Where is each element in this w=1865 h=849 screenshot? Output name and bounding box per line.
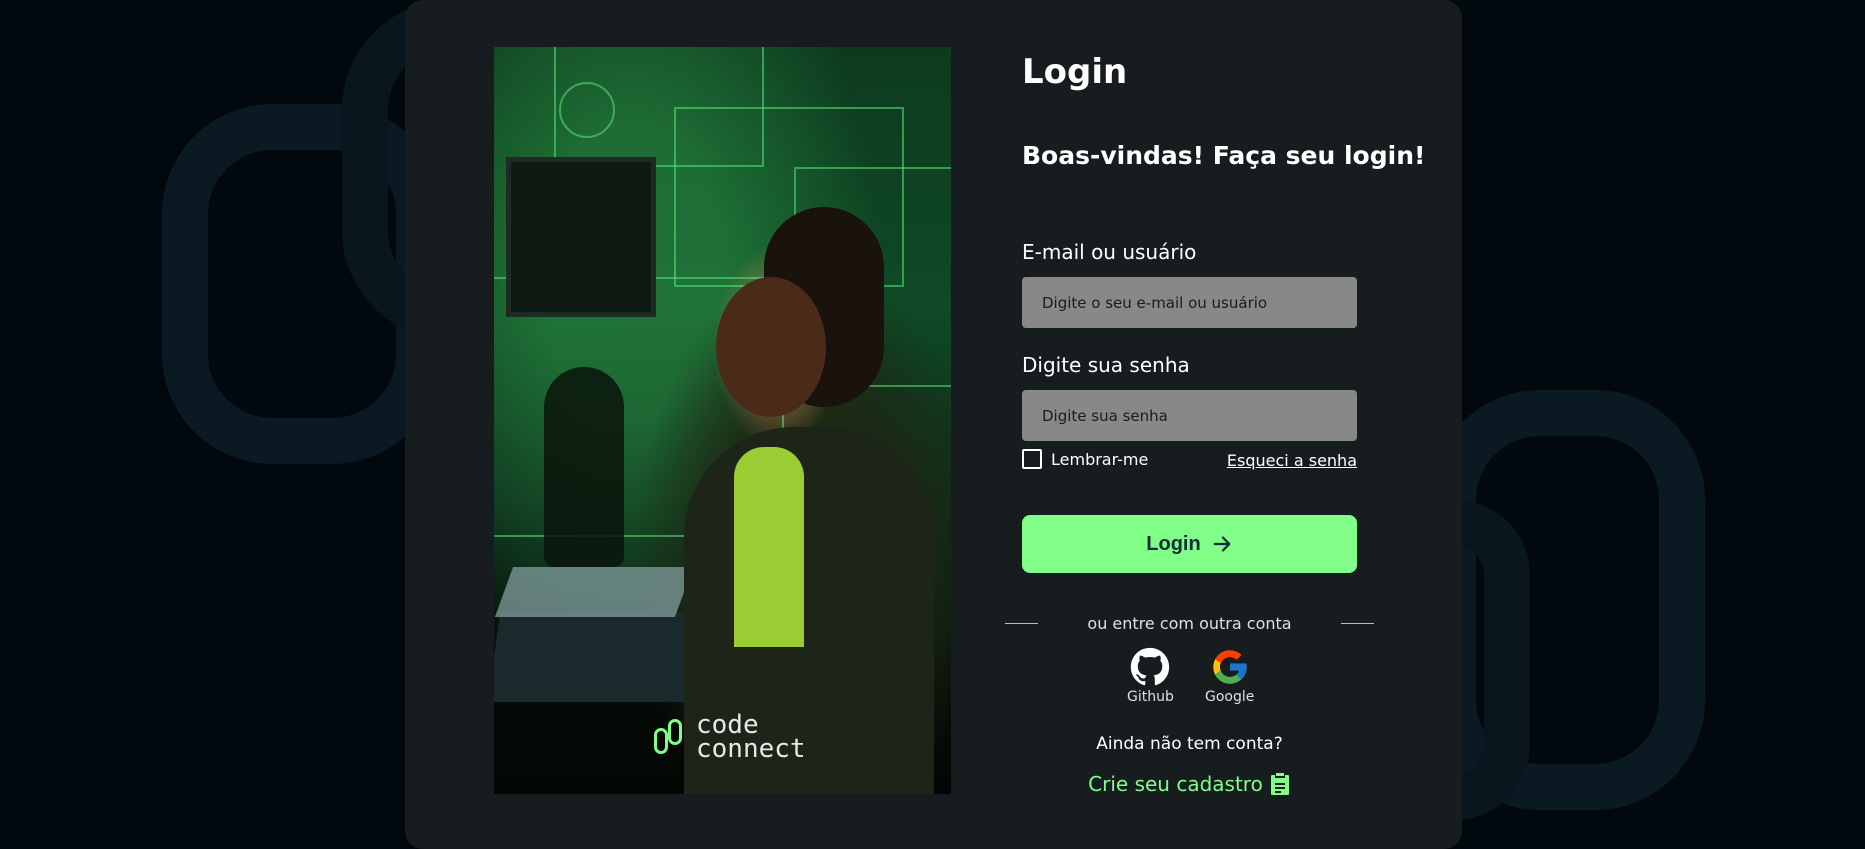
signup-link[interactable]: Crie seu cadastro [1022,772,1357,796]
social-divider: ou entre com outra conta [1005,614,1374,633]
arrow-right-icon [1213,536,1231,552]
github-icon [1131,647,1170,686]
remember-label: Lembrar-me [1051,449,1149,469]
welcome-subtitle: Boas-vindas! Faça seu login! [1022,141,1426,170]
login-card: code connect Login Boas-vindas! Faça seu… [405,0,1462,849]
hero-head [716,277,826,417]
hero-image: code connect [494,47,951,794]
google-login-button[interactable]: Google [1205,647,1254,705]
divider-line [1005,623,1038,624]
email-label: E-mail ou usuário [1022,240,1197,264]
hero-laptop [494,567,694,617]
email-field[interactable] [1022,277,1357,328]
brand-wordmark: code connect [696,712,806,764]
password-field[interactable] [1022,390,1357,441]
github-login-button[interactable]: Github [1127,647,1174,705]
google-label: Google [1205,689,1255,705]
brand-logo: code connect [654,712,806,764]
google-icon [1213,650,1247,684]
remember-checkbox[interactable] [1022,449,1042,469]
login-button[interactable]: Login [1022,515,1357,573]
password-label: Digite sua senha [1022,353,1190,377]
hero-neon-circle [559,82,615,138]
no-account-prompt: Ainda não tem conta? [1096,734,1283,754]
hero-background-person [544,367,624,567]
hero-shirt [734,447,804,647]
divider-line [1340,623,1374,624]
remember-me[interactable]: Lembrar-me [1022,449,1148,469]
clipboard-icon [1270,773,1289,795]
chain-link-icon [654,719,688,755]
signup-label: Crie seu cadastro [1088,772,1263,796]
github-label: Github [1127,689,1174,705]
page-title: Login [1022,52,1128,92]
brand-line-2: connect [696,734,806,764]
divider-text: ou entre com outra conta [1087,614,1292,633]
forgot-password-link[interactable]: Esqueci a senha [1227,451,1357,470]
login-button-label: Login [1146,532,1201,555]
hero-monitor [506,157,656,317]
